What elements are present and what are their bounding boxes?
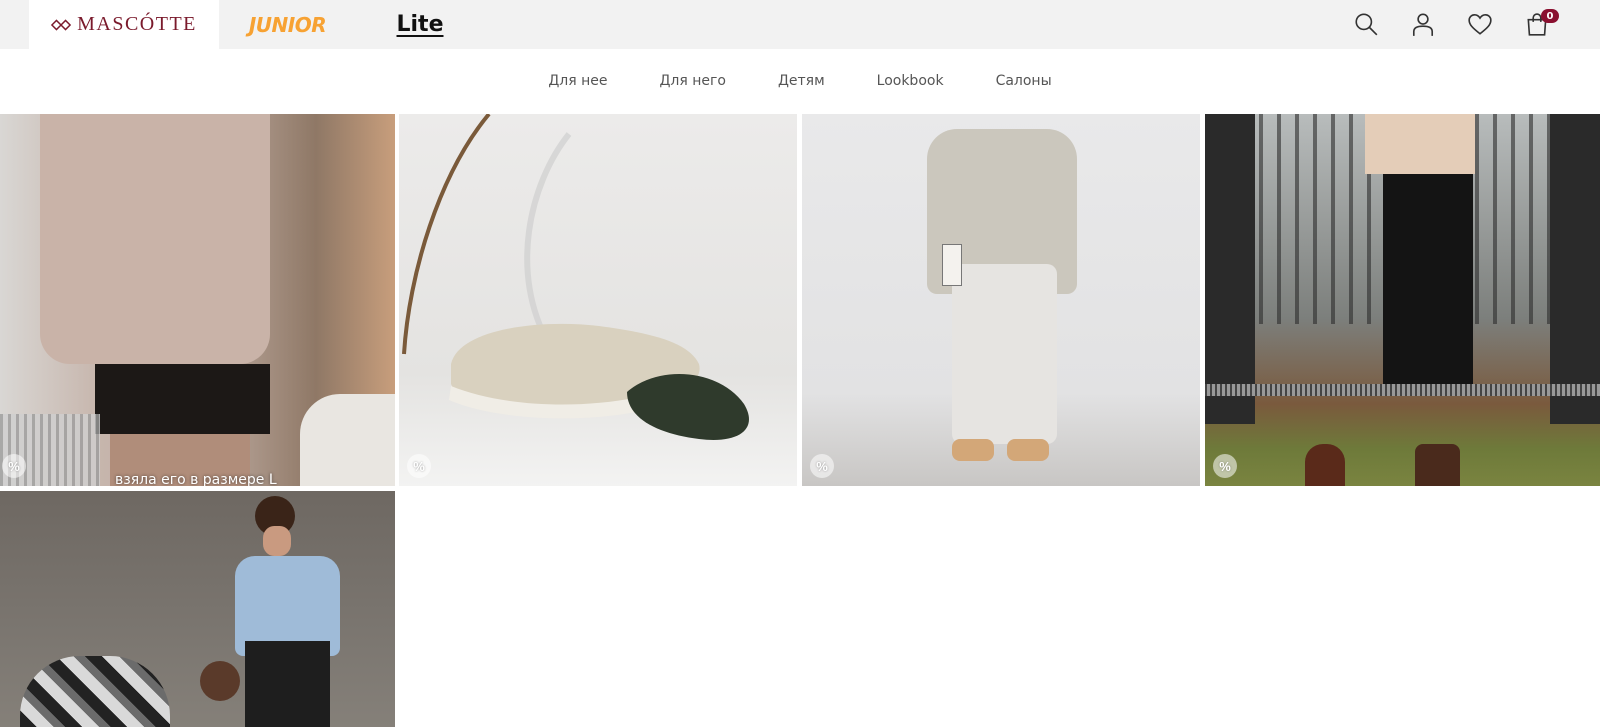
tile-caption: взяла его в размере L [115, 472, 277, 486]
nav-item-for-him[interactable]: Для него [659, 73, 725, 89]
nav-item-lookbook[interactable]: Lookbook [877, 73, 944, 89]
slip-on-photo [399, 114, 797, 486]
kids-photo [0, 491, 395, 727]
account-button[interactable] [1407, 8, 1439, 40]
favorites-button[interactable] [1464, 8, 1496, 40]
product-tile-denim-jacket[interactable]: % [802, 114, 1200, 486]
discount-badge: % [810, 454, 834, 478]
trench-photo [0, 114, 395, 486]
discount-badge: % [2, 454, 26, 478]
user-icon [1412, 13, 1434, 36]
nav-item-kids[interactable]: Детям [778, 73, 825, 89]
brand-lite-link[interactable]: Lite [385, 0, 455, 49]
nav-item-for-her[interactable]: Для нее [548, 73, 607, 89]
product-tile-kids[interactable] [0, 491, 395, 727]
discount-badge: % [1213, 454, 1237, 478]
mascotte-logo-icon [51, 18, 72, 31]
brand-mascotte-label: MASCÓTTE [77, 13, 197, 35]
discount-badge: % [407, 454, 431, 478]
brand-lite-label: Lite [396, 12, 444, 37]
denim-jacket-photo [802, 114, 1200, 486]
nav-item-stores[interactable]: Салоны [996, 73, 1052, 89]
cart-button[interactable]: 0 [1521, 8, 1559, 40]
top-bar: MASCÓTTE JUNIOR Lite 0 [0, 0, 1600, 49]
heart-icon [1468, 13, 1492, 35]
main-nav: Для нее Для него Детям Lookbook Салоны [0, 49, 1600, 112]
search-icon [1355, 13, 1378, 36]
brand-mascotte-link[interactable]: MASCÓTTE [29, 0, 219, 49]
brand-junior-link[interactable]: JUNIOR [230, 0, 345, 49]
search-button[interactable] [1350, 8, 1382, 40]
cart-count-badge: 0 [1541, 9, 1559, 23]
brand-junior-label: JUNIOR [248, 12, 327, 37]
product-tile-trench-look[interactable]: % взяла его в размере L [0, 114, 395, 486]
balcony-photo [1205, 114, 1600, 486]
product-tile-balcony-look[interactable]: % [1205, 114, 1600, 486]
product-tile-slip-on[interactable]: % [399, 114, 797, 486]
